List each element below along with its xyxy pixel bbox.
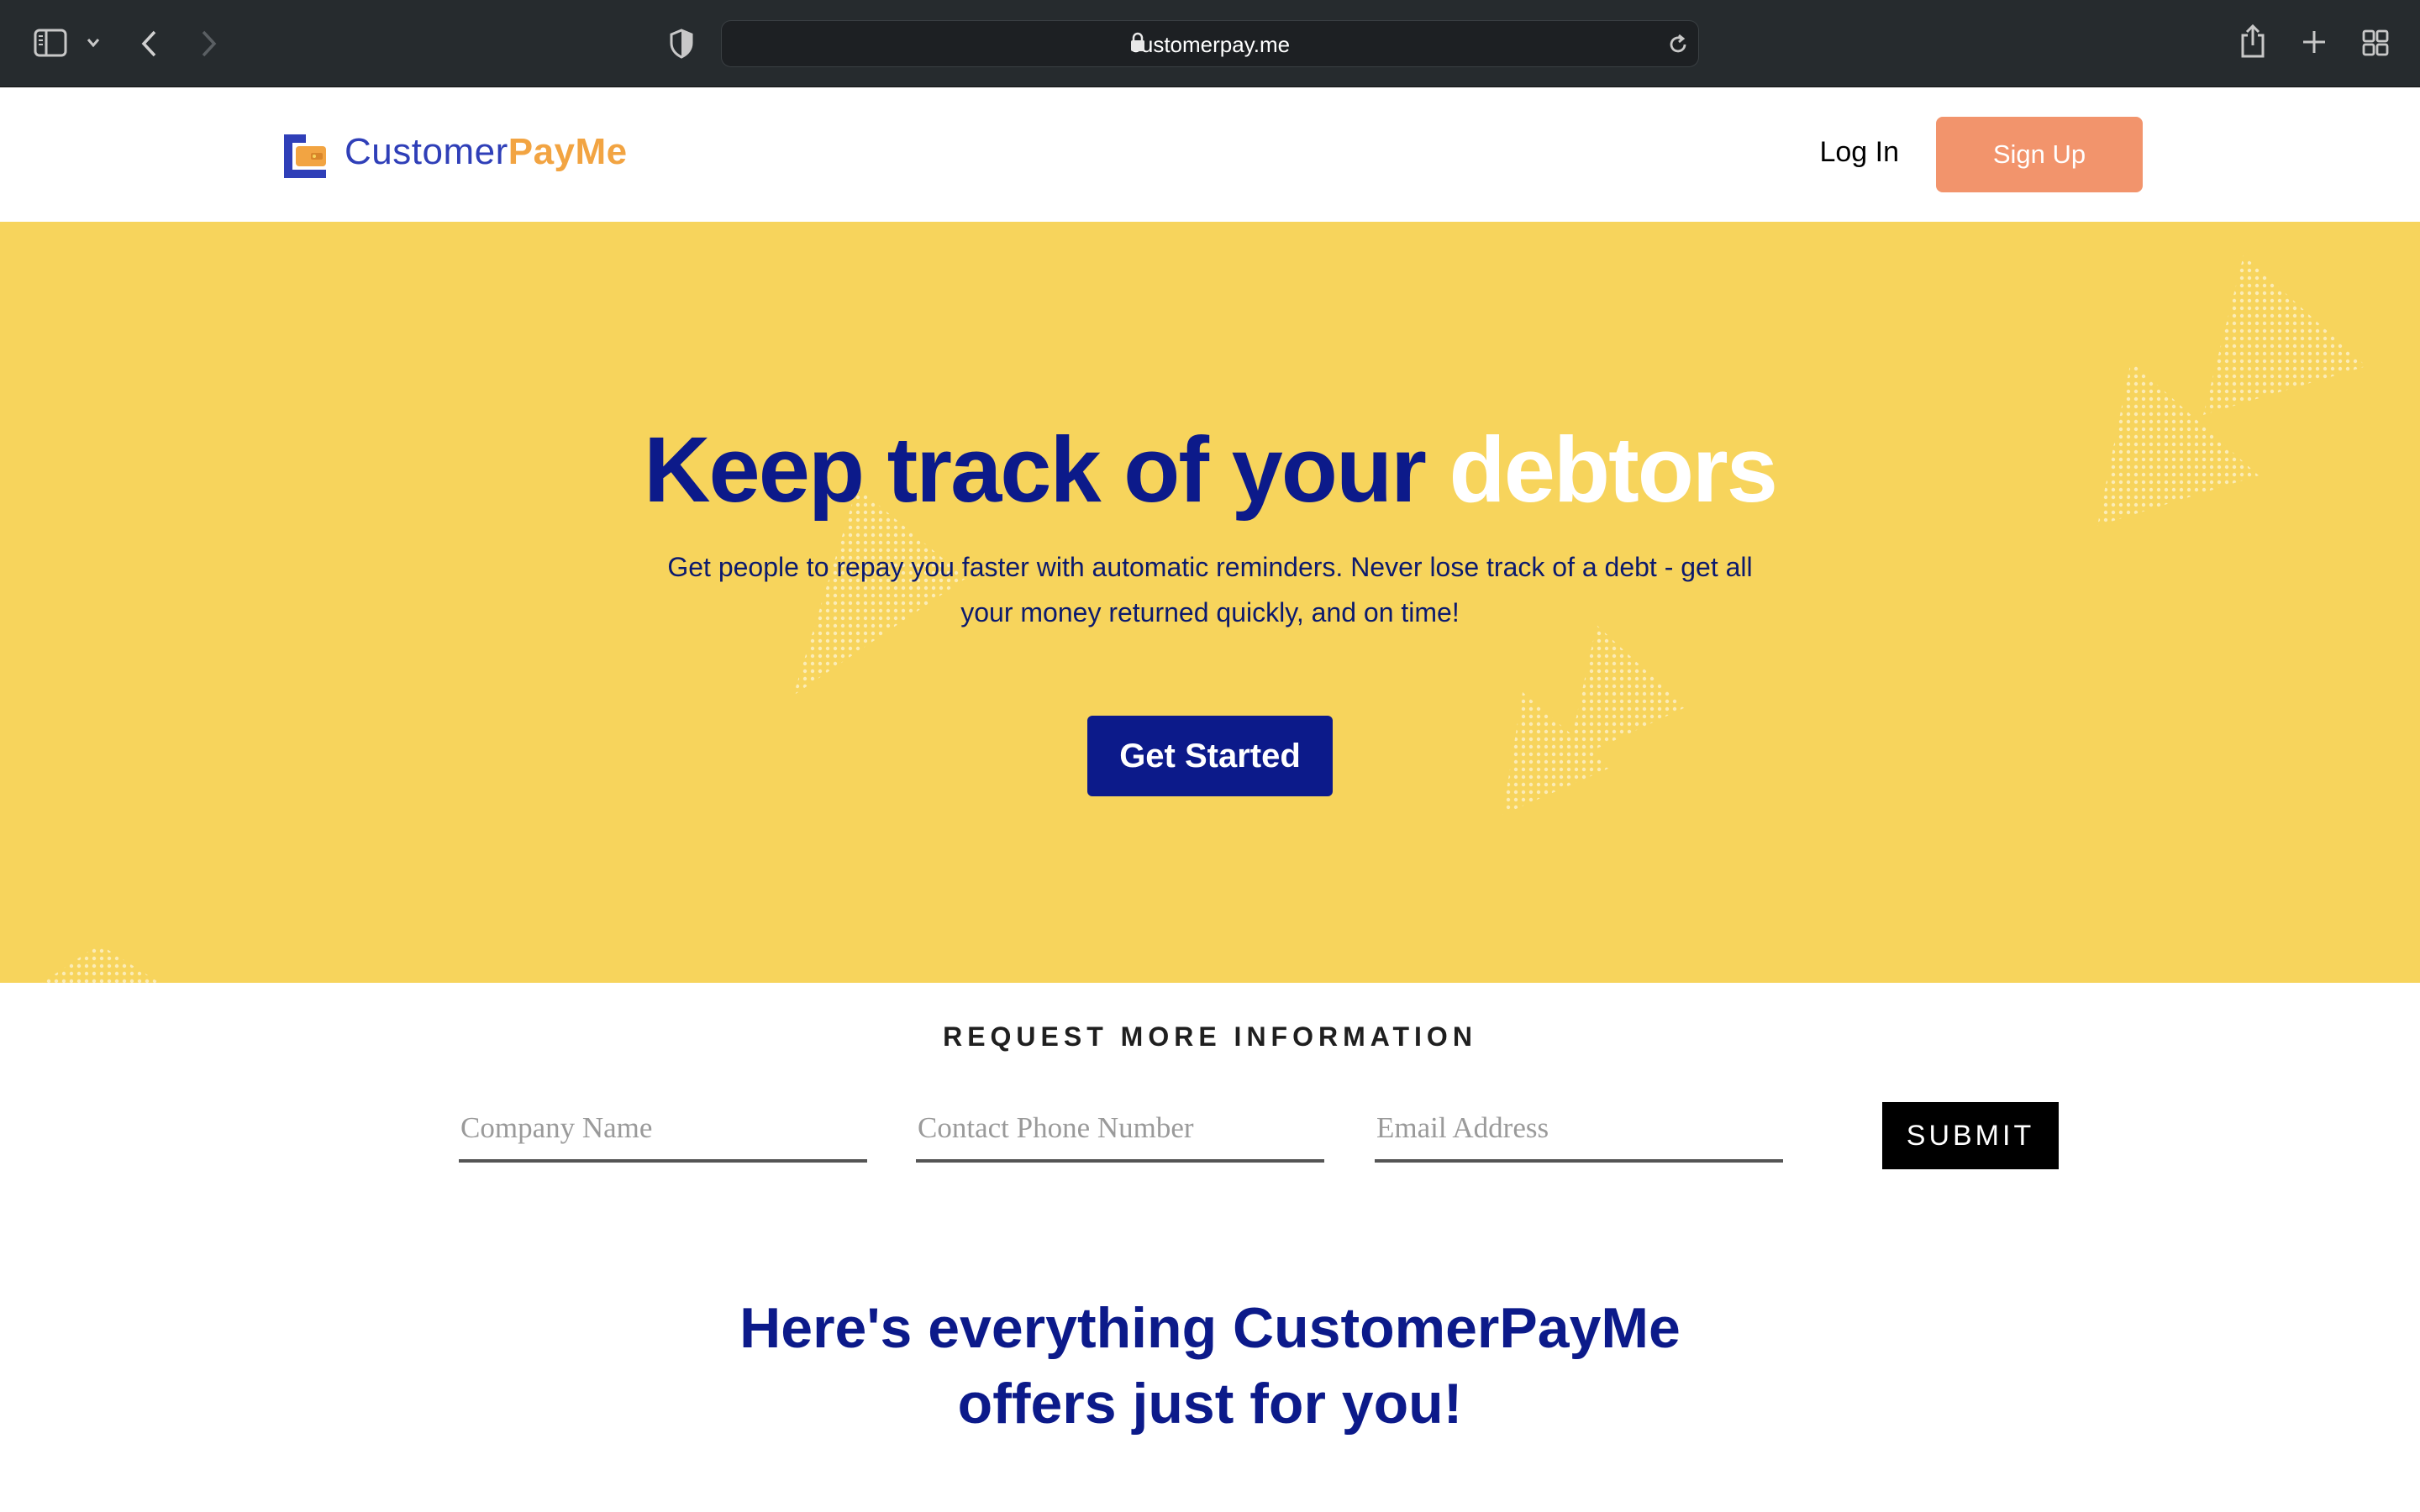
browser-toolbar: customerpay.me [0, 0, 2420, 87]
share-icon[interactable] [2238, 24, 2267, 59]
signup-button[interactable]: Sign Up [1936, 117, 2143, 192]
request-info-title: REQUEST MORE INFORMATION [943, 1021, 1477, 1052]
wallet-logo-icon[interactable] [277, 129, 331, 183]
hero-title-highlight: debtors [1449, 418, 1778, 522]
address-bar[interactable]: customerpay.me [721, 20, 1699, 67]
logo-text-payme: PayMe [508, 131, 628, 172]
forward-arrow-icon[interactable] [198, 29, 218, 59]
submit-button[interactable]: SUBMIT [1882, 1102, 2059, 1169]
new-tab-icon[interactable] [2301, 29, 2328, 55]
email-address-input[interactable] [1375, 1100, 1783, 1156]
contact-phone-field [916, 1100, 1324, 1163]
sidebar-toggle-icon[interactable] [34, 29, 67, 57]
get-started-button[interactable]: Get Started [1087, 716, 1333, 796]
hero-section: Keep track of your debtors Get people to… [0, 222, 2420, 983]
url-text: customerpay.me [1129, 32, 1291, 57]
features-heading: Here's everything CustomerPayMe offers j… [739, 1296, 1681, 1436]
company-name-field [459, 1100, 867, 1163]
tab-overview-icon[interactable] [2361, 29, 2390, 57]
logo-text-customer: Customer [345, 131, 508, 172]
lock-icon [1130, 32, 1144, 51]
site-header: CustomerPayMe Log In Sign Up [0, 87, 2420, 222]
privacy-shield-icon[interactable] [669, 29, 694, 59]
email-address-field [1375, 1100, 1783, 1163]
chevron-down-icon[interactable] [86, 37, 101, 49]
hero-title: Keep track of your debtors [0, 417, 2420, 523]
hero-subtitle: Get people to repay you faster with auto… [667, 552, 1753, 627]
back-arrow-icon[interactable] [139, 29, 160, 59]
address-bar-text: customerpay.me [722, 32, 1698, 58]
brand-logo-text[interactable]: CustomerPayMe [345, 131, 628, 173]
reload-icon[interactable] [1666, 33, 1690, 56]
hero-title-main: Keep track of your [644, 418, 1427, 522]
company-name-input[interactable] [459, 1100, 867, 1156]
login-link[interactable]: Log In [1765, 136, 1899, 169]
contact-phone-input[interactable] [916, 1100, 1324, 1156]
